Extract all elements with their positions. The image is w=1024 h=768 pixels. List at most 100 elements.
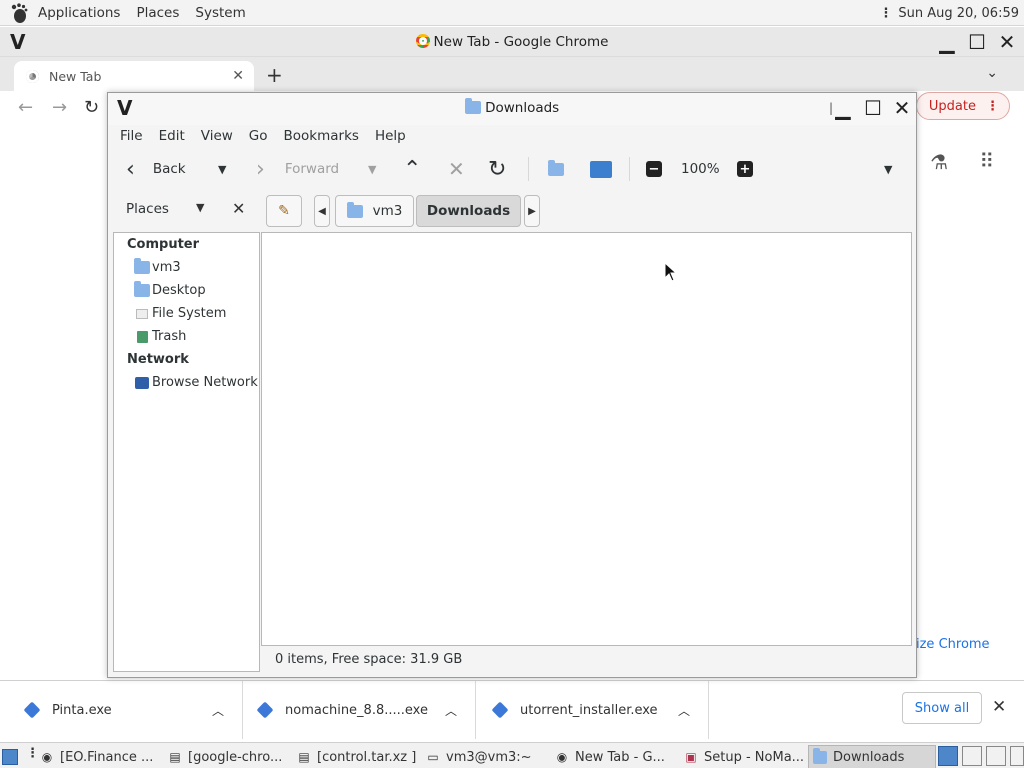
- system-menu[interactable]: System: [187, 0, 253, 26]
- zoom-out-button[interactable]: −: [646, 149, 662, 189]
- labs-flask-icon[interactable]: ⚗: [930, 150, 948, 174]
- taskbar: ⋮ ◉ [EO.Finance ... ▤ [google-chro... ▤ [co…: [0, 742, 1024, 768]
- breadcrumb-vm3[interactable]: vm3: [335, 195, 414, 227]
- taskbar-item[interactable]: ▭ vm3@vm3:~: [422, 745, 548, 768]
- chevron-up-icon[interactable]: ︿: [445, 702, 457, 719]
- customize-chrome-link[interactable]: ize Chrome: [916, 637, 990, 652]
- apps-grid-icon[interactable]: ⠿: [979, 149, 994, 173]
- update-button[interactable]: Update ⋮: [915, 92, 1010, 120]
- clock-text: Sun Aug 20, 06:59: [898, 5, 1019, 21]
- sidebar-item-desktop[interactable]: Desktop: [134, 281, 206, 298]
- taskbar-item[interactable]: ◉ [EO.Finance ...: [36, 745, 162, 768]
- chrome-reload-icon[interactable]: ↻: [84, 97, 99, 118]
- breadcrumb-left-icon[interactable]: ◀: [314, 195, 330, 227]
- tab-search-chevron-icon[interactable]: ⌄: [986, 65, 998, 81]
- exe-file-icon: [23, 701, 41, 719]
- home-folder-icon: [346, 201, 363, 218]
- workspace-2[interactable]: [962, 746, 982, 766]
- stop-icon[interactable]: ✕: [448, 149, 465, 189]
- places-sidebar: Computer vm3 Desktop File System Trash N…: [113, 232, 260, 672]
- trash-icon: [134, 330, 150, 344]
- show-desktop-icon: [2, 749, 18, 765]
- menu-edit[interactable]: Edit: [151, 128, 193, 144]
- workspace-4[interactable]: [1010, 746, 1024, 766]
- places-menu[interactable]: Places: [128, 0, 187, 26]
- computer-button[interactable]: [590, 149, 612, 189]
- chrome-menu-icon[interactable]: ⋮: [986, 99, 999, 114]
- back-history-chevron-icon[interactable]: ▼: [218, 149, 226, 189]
- clock[interactable]: ⋮ Sun Aug 20, 06:59: [879, 0, 1019, 26]
- maximize-icon[interactable]: ☐: [964, 29, 990, 55]
- home-folder-icon: [548, 159, 564, 176]
- new-tab-plus-icon[interactable]: +: [266, 63, 283, 87]
- forward-button[interactable]: › Forward: [256, 149, 339, 189]
- back-arrow-icon: ‹: [126, 156, 135, 182]
- breadcrumb-downloads[interactable]: Downloads: [416, 195, 521, 227]
- reload-icon: ↻: [488, 156, 507, 182]
- taskbar-item-label: [EO.Finance ...: [60, 749, 154, 765]
- breadcrumb-right-icon[interactable]: ▶: [524, 195, 540, 227]
- sidebar-item-file-system[interactable]: File System: [134, 306, 226, 321]
- workspace-3[interactable]: [986, 746, 1006, 766]
- download-item[interactable]: Pinta.exe ︿: [0, 681, 243, 739]
- file-manager-titlebar[interactable]: V Downloads | ▁ ☐ ✕: [108, 93, 916, 125]
- menu-go[interactable]: Go: [241, 128, 276, 144]
- show-desktop-button[interactable]: [2, 745, 20, 768]
- sidebar-places-combo[interactable]: Places: [126, 201, 169, 217]
- home-folder-icon: [134, 258, 150, 275]
- close-icon[interactable]: ✕: [994, 29, 1020, 55]
- applications-menu[interactable]: Applications: [30, 0, 128, 26]
- shelf-close-icon[interactable]: ✕: [992, 697, 1006, 717]
- taskbar-item-label: vm3@vm3:~: [446, 749, 532, 765]
- menu-bookmarks[interactable]: Bookmarks: [276, 128, 367, 144]
- sidebar-item-vm3[interactable]: vm3: [134, 258, 181, 275]
- gnome-foot-icon[interactable]: [8, 2, 30, 24]
- places-dropdown-icon[interactable]: ▼: [196, 201, 204, 214]
- chevron-up-icon[interactable]: ︿: [678, 702, 690, 719]
- minimize-icon[interactable]: ▁: [830, 95, 856, 121]
- taskbar-item[interactable]: ◉ New Tab - G...: [551, 745, 677, 768]
- zoom-in-button[interactable]: +: [737, 149, 753, 189]
- maximize-icon[interactable]: ☐: [860, 95, 886, 121]
- menu-help[interactable]: Help: [367, 128, 414, 144]
- forward-history-chevron-icon[interactable]: ▼: [368, 149, 376, 189]
- back-button[interactable]: ‹ Back: [126, 149, 186, 189]
- pencil-note-icon: ✎: [278, 203, 290, 219]
- sidebar-item-browse-network[interactable]: Browse Network: [134, 375, 258, 390]
- show-all-button[interactable]: Show all: [902, 692, 982, 724]
- back-label: Back: [152, 161, 186, 177]
- taskbar-item[interactable]: ▤ [google-chro...: [164, 745, 290, 768]
- chevron-up-icon[interactable]: ︿: [212, 702, 224, 719]
- file-view[interactable]: [261, 232, 912, 646]
- sidebar-item-trash[interactable]: Trash: [134, 329, 186, 344]
- downloads-shelf: Pinta.exe ︿ nomachine_8.8.....exe ︿ utor…: [0, 680, 1024, 739]
- sidebar-item-label: File System: [152, 306, 227, 321]
- reload-button[interactable]: ↻: [488, 149, 506, 189]
- minimize-icon[interactable]: ▁: [934, 29, 960, 55]
- tab-close-icon[interactable]: ✕: [232, 68, 244, 84]
- up-button[interactable]: ⌃: [403, 149, 421, 189]
- chrome-titlebar[interactable]: V New Tab - Google Chrome ▁ ☐ ✕: [0, 27, 1024, 57]
- toolbar-overflow-chevron-icon[interactable]: ▼: [884, 149, 892, 189]
- edit-location-button[interactable]: ✎: [266, 195, 302, 227]
- file-manager-title: Downloads: [108, 98, 916, 116]
- workspace-1[interactable]: [938, 746, 958, 766]
- download-item[interactable]: nomachine_8.8.....exe ︿: [243, 681, 476, 739]
- chrome-forward-icon[interactable]: →: [52, 97, 67, 118]
- taskbar-item[interactable]: Downloads: [808, 745, 936, 768]
- sidebar-close-icon[interactable]: ✕: [232, 199, 245, 218]
- zoom-in-icon: +: [737, 161, 753, 177]
- home-button[interactable]: [548, 149, 564, 189]
- zoom-level[interactable]: 100%: [681, 149, 720, 189]
- chrome-back-icon[interactable]: ←: [18, 97, 33, 118]
- taskbar-item[interactable]: ▤ [control.tar.xz ]: [293, 745, 419, 768]
- menu-view[interactable]: View: [193, 128, 241, 144]
- download-filename: nomachine_8.8.....exe: [285, 702, 428, 718]
- taskbar-item[interactable]: ▣ Setup - NoMa...: [680, 745, 806, 768]
- tab-new-tab[interactable]: New Tab ✕: [14, 61, 254, 91]
- menu-file[interactable]: File: [112, 128, 151, 144]
- sidebar-item-label: vm3: [152, 260, 181, 275]
- up-arrow-icon: ⌃: [403, 156, 422, 182]
- close-icon[interactable]: ✕: [889, 95, 915, 121]
- download-item[interactable]: utorrent_installer.exe ︿: [476, 681, 709, 739]
